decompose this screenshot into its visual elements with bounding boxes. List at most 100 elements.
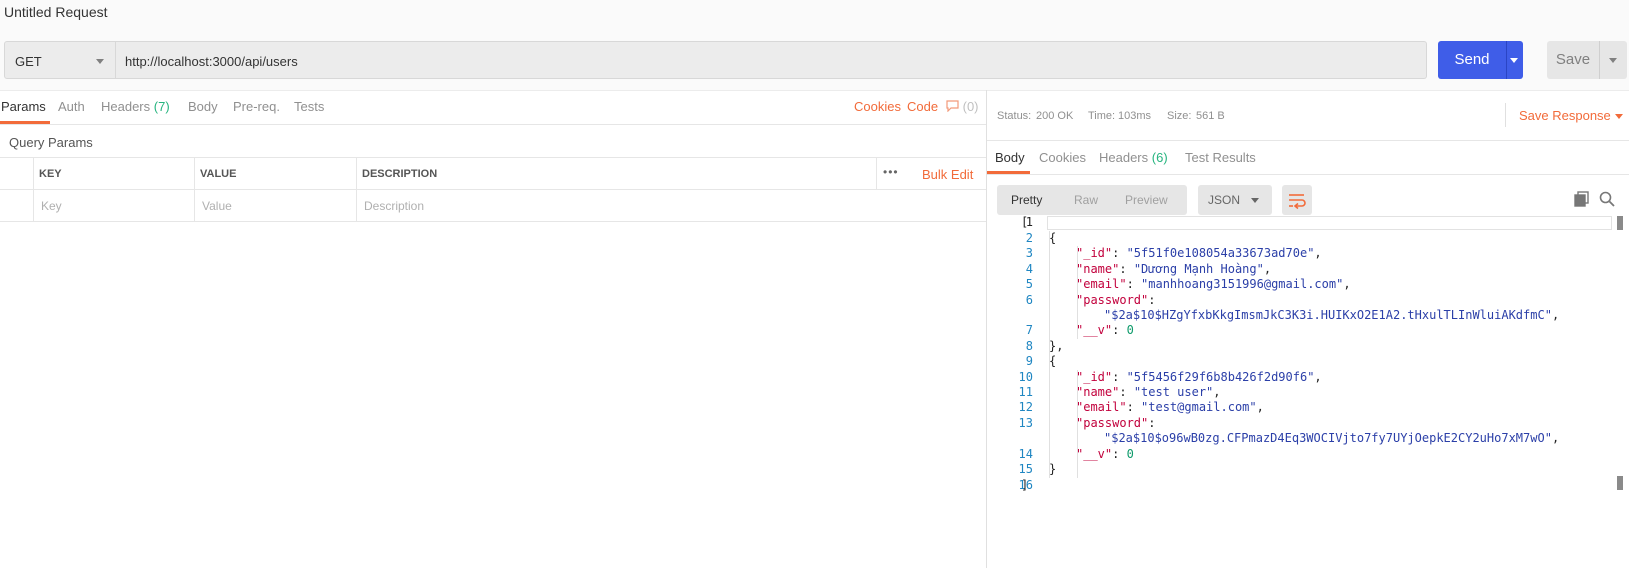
json-line: "name": "Dương Mạnh Hoàng", [1076,262,1272,276]
divider [356,190,357,221]
view-mode-switch: Pretty Raw Preview [997,185,1187,215]
tab-response-body[interactable]: Body [995,150,1025,165]
title-bar: Untitled Request [0,0,1629,31]
line-number: 6 [1025,293,1033,307]
chevron-down-icon [96,59,104,64]
response-pane: Status: 200 OK Time: 103ms Size: 561 B S… [987,90,1629,568]
json-key: "_id" [1076,246,1113,260]
tab-headers[interactable]: Headers (7) [101,99,170,114]
wrap-icon [1289,194,1306,210]
code-link[interactable]: Code [907,99,938,114]
size-label: Size: [1167,110,1192,122]
view-raw[interactable]: Raw [1074,193,1098,207]
cookies-link[interactable]: Cookies [854,99,901,114]
tab-prereq[interactable]: Pre-req. [233,99,280,114]
json-object-open: { [1049,354,1057,368]
tab-params[interactable]: Params [1,99,46,114]
json-line: "password": [1076,293,1156,307]
json-key: "__v" [1076,323,1113,337]
format-dropdown[interactable]: JSON [1198,185,1272,215]
response-tabs: Body Cookies Headers (6) Test Results [987,141,1629,175]
status-value[interactable]: 200 OK [1036,110,1073,122]
method-value: GET [15,54,42,69]
url-value: http://localhost:3000/api/users [125,54,298,69]
line-number: 9 [1025,354,1033,368]
method-dropdown[interactable]: GET [4,41,116,79]
key-input[interactable]: Key [41,199,62,213]
search-icon[interactable] [1599,191,1615,207]
json-open-bracket: [ [1021,215,1029,229]
json-key: "_id" [1076,370,1113,384]
request-tabs: Params Auth Headers (7) Body Pre-req. Te… [0,90,986,125]
tab-auth[interactable]: Auth [58,99,85,114]
request-title[interactable]: Untitled Request [4,4,108,20]
bulk-edit-link[interactable]: Bulk Edit [922,167,973,182]
tab-headers-count: (7) [153,99,170,114]
scroll-marker-bottom[interactable] [1617,476,1623,490]
save-button[interactable]: Save [1547,41,1627,79]
copy-icon[interactable] [1574,191,1590,207]
json-string: "$2a$10$o96wB0zg.CFPmazD4Eq3WOCIVjto7fy7… [1104,431,1552,445]
send-options-icon[interactable] [1510,58,1518,63]
json-number: 0 [1126,447,1134,461]
json-key: "name" [1076,385,1120,399]
line-number: 7 [1025,323,1033,337]
line-number: 13 [1018,416,1033,430]
view-pretty[interactable]: Pretty [1011,193,1042,207]
status-label: Status: [997,110,1032,122]
current-line-highlight [1047,216,1612,230]
json-key: "password" [1076,416,1149,430]
column-value: VALUE [200,168,237,180]
column-key: KEY [39,168,62,180]
json-string: "5f51f0e108054a33673ad70e" [1126,246,1315,260]
json-line: "$2a$10$HZgYfxbKkgImsmJkC3K3i.HUIKxO2E1A… [1104,308,1560,322]
divider [33,190,34,221]
line-number: 15 [1018,462,1033,476]
comment-icon [946,100,959,113]
json-line: "password": [1076,416,1156,430]
size-value[interactable]: 561 B [1196,110,1225,122]
active-tab-indicator [0,121,50,124]
json-line: "_id": "5f51f0e108054a33673ad70e", [1076,246,1322,260]
json-object-close: }, [1049,339,1064,353]
json-key: "name" [1076,262,1120,276]
chevron-down-icon [1251,198,1259,203]
url-input[interactable]: http://localhost:3000/api/users [116,41,1427,79]
time-label: Time: [1088,110,1116,122]
divider [33,158,34,189]
save-label: Save [1555,51,1591,68]
json-key: "__v" [1076,447,1113,461]
editor-scrollbar[interactable] [1616,216,1624,568]
request-url-bar: GET http://localhost:3000/api/users Send… [0,30,1629,91]
json-line: "__v": 0 [1076,323,1134,337]
chevron-down-icon[interactable] [1615,114,1623,119]
save-response-button[interactable]: Save Response [1519,108,1611,123]
response-body-editor[interactable]: 1 2 3 4 5 6 7 8 9 10 11 12 13 14 15 16 [… [987,215,1629,568]
tab-tests[interactable]: Tests [294,99,324,114]
more-options-icon[interactable]: ••• [883,165,899,179]
tab-response-headers[interactable]: Headers (6) [1099,150,1168,165]
json-line: "email": "test@gmail.com", [1076,400,1264,414]
value-input[interactable]: Value [202,199,232,213]
response-meta: Status: 200 OK Time: 103ms Size: 561 B S… [987,90,1629,141]
save-options-icon[interactable] [1609,58,1617,63]
tab-body[interactable]: Body [188,99,218,114]
comments-button[interactable]: (0) [946,99,979,114]
line-number: 8 [1025,339,1033,353]
description-input[interactable]: Description [364,199,424,213]
scroll-marker-top[interactable] [1617,216,1623,230]
wrap-lines-button[interactable] [1282,185,1312,215]
time-value[interactable]: 103ms [1118,110,1151,122]
divider [356,158,357,189]
view-preview[interactable]: Preview [1125,193,1168,207]
tab-response-cookies[interactable]: Cookies [1039,150,1086,165]
line-number: 2 [1025,231,1033,245]
tab-response-headers-count: (6) [1151,150,1168,165]
format-value: JSON [1208,193,1241,207]
json-string: "$2a$10$HZgYfxbKkgImsmJkC3K3i.HUIKxO2E1A… [1104,308,1552,322]
json-number: 0 [1126,323,1134,337]
send-button[interactable]: Send [1438,41,1523,79]
tab-test-results[interactable]: Test Results [1185,150,1256,165]
json-close-bracket: ] [1021,478,1029,492]
json-line: "_id": "5f5456f29f6b8b426f2d90f6", [1076,370,1322,384]
